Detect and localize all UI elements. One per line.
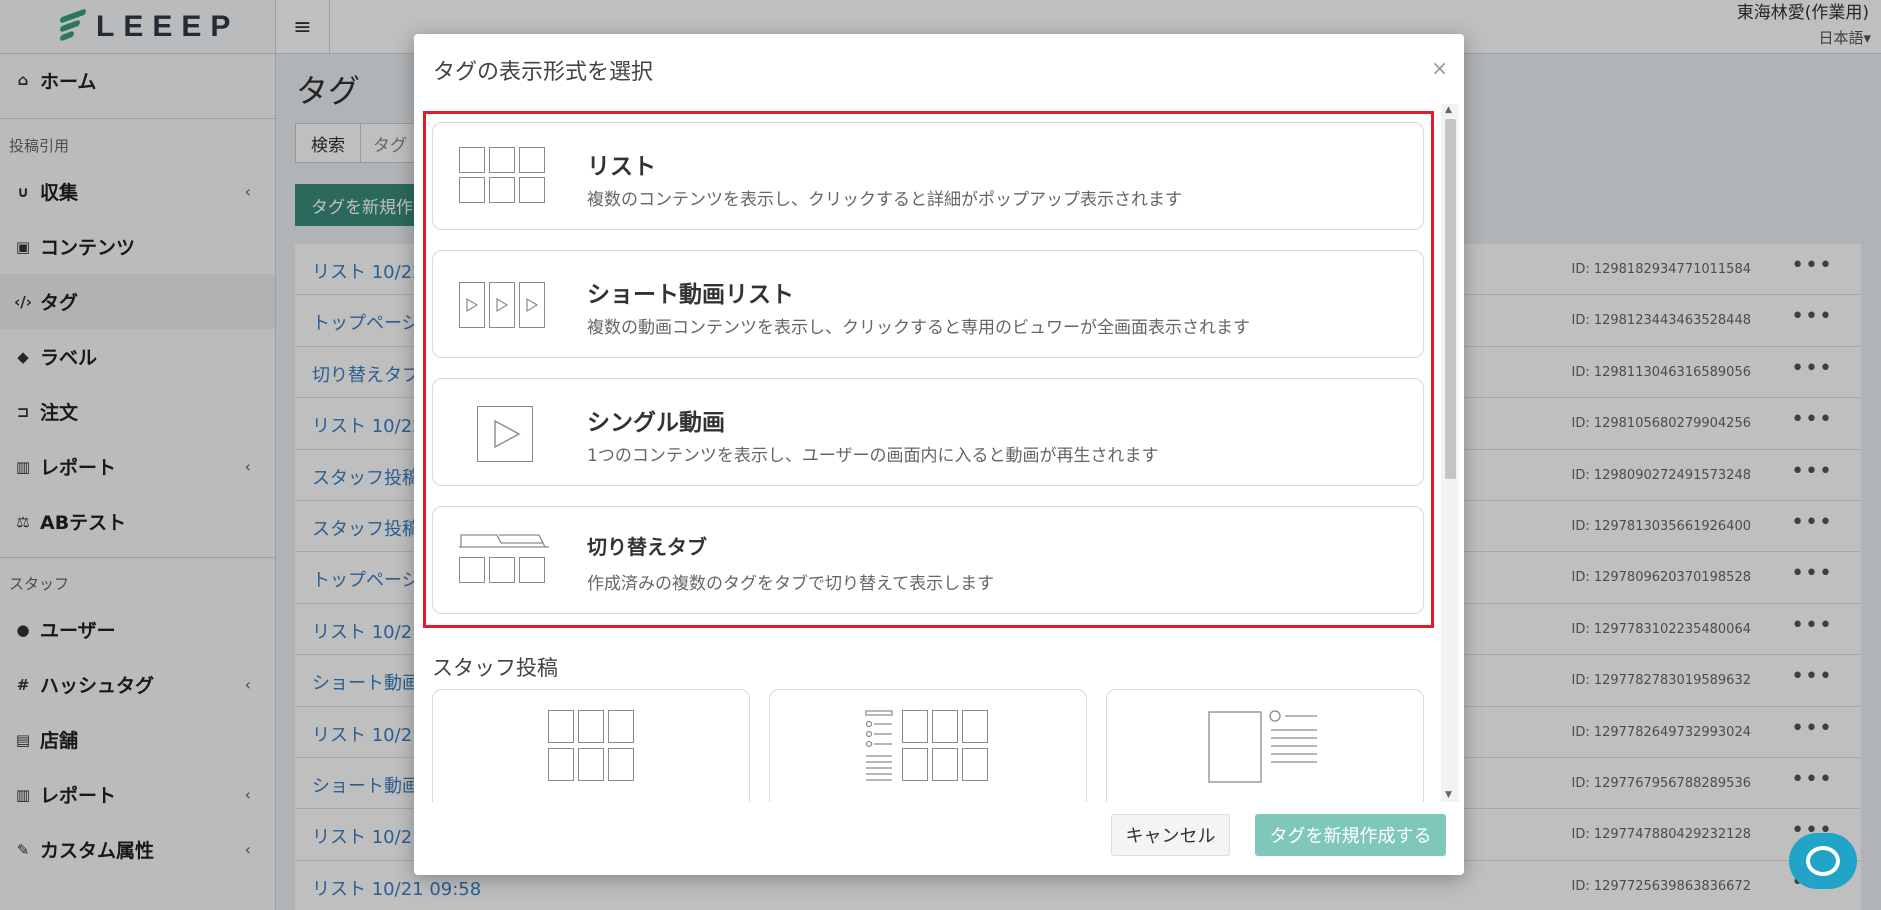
single-video-icon <box>459 403 549 463</box>
option-title: 切り替えタブ <box>587 535 707 559</box>
option-switch-tab[interactable]: 切り替えタブ 作成済みの複数のタグをタブで切り替えて表示します <box>432 506 1424 614</box>
option-description: 複数のコンテンツを表示し、クリックすると詳細がポップアップ表示されます <box>587 190 1182 210</box>
detail-icon <box>1207 710 1327 790</box>
option-list[interactable]: リスト 複数のコンテンツを表示し、クリックすると詳細がポップアップ表示されます <box>432 122 1424 230</box>
chat-widget-button[interactable] <box>1789 833 1857 889</box>
scroll-down-icon[interactable]: ▼ <box>1445 790 1452 800</box>
option-description: 1つのコンテンツを表示し、ユーザーの画面内に入ると動画が再生されます <box>587 446 1159 466</box>
option-description: 作成済みの複数のタグをタブで切り替えて表示します <box>587 574 995 594</box>
modal-body: リスト 複数のコンテンツを表示し、クリックすると詳細がポップアップ表示されます … <box>414 104 1464 802</box>
option-description: 複数の動画コンテンツを表示し、クリックすると専用のビュワーが全画面表示されます <box>587 318 1250 338</box>
scrollbar-thumb[interactable] <box>1445 119 1456 479</box>
grid-list-icon <box>459 147 549 207</box>
cancel-button[interactable]: キャンセル <box>1111 814 1230 856</box>
create-tag-button[interactable]: タグを新規作成する <box>1255 814 1446 856</box>
modal-footer: キャンセル タグを新規作成する <box>414 802 1464 875</box>
option-staff-list-grid[interactable] <box>769 689 1087 802</box>
option-short-video-list[interactable]: ショート動画リスト 複数の動画コンテンツを表示し、クリックすると専用のビュワーが… <box>432 250 1424 358</box>
option-title: ショート動画リスト <box>587 282 794 308</box>
option-staff-grid[interactable] <box>432 689 750 802</box>
modal-title: タグの表示形式を選択 <box>433 60 654 85</box>
option-title: リスト <box>587 154 656 180</box>
modal-scrollbar[interactable]: ▲ ▼ <box>1441 104 1459 802</box>
grid-icon <box>548 710 638 790</box>
scroll-up-icon[interactable]: ▲ <box>1445 105 1452 115</box>
tag-format-modal: タグの表示形式を選択 × リスト 複数のコンテンツを表示し、クリックすると詳細が… <box>414 34 1464 875</box>
tab-switch-icon <box>459 531 549 591</box>
option-single-video[interactable]: シングル動画 1つのコンテンツを表示し、ユーザーの画面内に入ると動画が再生されま… <box>432 378 1424 486</box>
option-title: シングル動画 <box>587 410 725 436</box>
section-title: スタッフ投稿 <box>432 656 558 680</box>
chat-icon <box>1806 846 1840 876</box>
list-grid-icon <box>865 710 995 790</box>
option-staff-detail[interactable] <box>1106 689 1424 802</box>
close-icon[interactable]: × <box>1431 56 1448 80</box>
video-list-icon <box>459 275 549 335</box>
